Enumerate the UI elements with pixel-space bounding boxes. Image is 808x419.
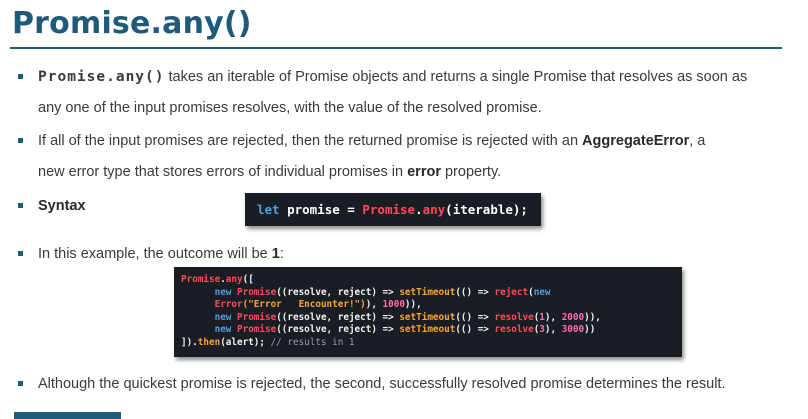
bullet-4-line-end: : — [279, 246, 284, 262]
code-text: (alert); — [220, 336, 271, 348]
bullet-4-line: In this example, the outcome will be — [38, 246, 272, 262]
code-text: (() => — [455, 286, 495, 298]
code-text: . — [415, 202, 423, 217]
code-text: ((resolve, reject) => — [276, 286, 400, 298]
title-divider — [10, 47, 782, 49]
code-string: ("Error Encounter!") — [242, 299, 366, 310]
bullet-1-line-2: any one of the input promises resolves, … — [38, 100, 542, 116]
syntax-code-block: let promise = Promise.any(iterable); — [245, 193, 541, 226]
code-text: (() => — [455, 324, 495, 335]
code-class: Promise — [237, 311, 277, 323]
bullet-2-line-1-end: , a — [689, 133, 706, 149]
outcome-value: 1 — [271, 246, 280, 262]
code-builtin: setTimeout — [399, 324, 456, 335]
code-line: new Promise((resolve, reject) => setTime… — [181, 324, 682, 337]
code-builtin: setTimeout — [399, 311, 456, 323]
bullet-4-text: In this example, the outcome will be 1: — [38, 239, 778, 270]
code-keyword: new — [214, 286, 232, 298]
code-text: (iterable); — [445, 202, 528, 217]
code-text: )), — [404, 299, 422, 310]
bullet-marker — [18, 203, 23, 208]
bullet-2-text: If all of the input promises are rejecte… — [38, 126, 778, 188]
code-class: Promise — [237, 286, 277, 298]
code-line: Error("Error Encounter!")), 1000)), — [181, 299, 682, 312]
code-line: new Promise((resolve, reject) => setTime… — [181, 312, 682, 325]
code-text: (() => — [455, 311, 495, 323]
bullet-2-line-2-end: property. — [440, 164, 502, 180]
code-class: Promise — [237, 324, 277, 335]
code-function: then — [197, 336, 221, 348]
code-text: )), — [584, 311, 601, 323]
code-line: ]).then(alert); // results in 1 — [181, 337, 682, 350]
example-code-block: Promise.any([ new Promise((resolve, reje… — [174, 267, 682, 357]
bullet-marker — [18, 251, 23, 256]
code-keyword: new — [214, 324, 232, 335]
code-text: ), — [544, 324, 562, 335]
error-property-term: error — [407, 164, 441, 180]
code-text: ((resolve, reject) => — [276, 324, 400, 335]
bullet-2-line-1: If all of the input promises are rejecte… — [38, 133, 583, 149]
aggregate-error-term: AggregateError — [582, 133, 690, 149]
code-comment: // results in 1 — [270, 336, 355, 348]
code-keyword: new — [214, 311, 232, 323]
bullet-marker — [18, 381, 23, 386]
bullet-2-line-2: new error type that stores errors of ind… — [38, 164, 408, 180]
bullet-1-text: Promise.any() takes an iterable of Promi… — [38, 62, 778, 124]
code-class: Error — [214, 299, 243, 310]
bullet-1-line-1: takes an iterable of Promise objects and… — [164, 69, 748, 85]
code-number: 2000 — [561, 311, 585, 323]
code-builtin: setTimeout — [399, 286, 456, 298]
code-number: 3000 — [561, 324, 585, 335]
code-function: any — [225, 274, 243, 285]
code-text: ]). — [181, 336, 198, 348]
code-function: resolve — [494, 324, 534, 335]
code-text: ([ — [242, 274, 254, 285]
code-function: any — [422, 202, 446, 217]
footer-accent-bar — [14, 412, 121, 419]
inline-code: Promise.any() — [38, 69, 165, 85]
bullet-marker — [18, 138, 23, 143]
code-text: promise = — [279, 202, 363, 217]
code-keyword: let — [257, 202, 280, 217]
code-text: ((resolve, reject) => — [276, 311, 400, 323]
code-line: Promise.any([ — [181, 274, 682, 287]
code-text: )) — [584, 324, 596, 335]
code-keyword: new — [533, 286, 551, 298]
code-text: ), — [544, 311, 562, 323]
code-number: 1000 — [382, 299, 405, 310]
code-class: Promise — [362, 202, 416, 217]
code-function: resolve — [494, 311, 534, 323]
code-line: new Promise((resolve, reject) => setTime… — [181, 287, 682, 300]
code-text: ), — [365, 299, 383, 310]
code-function: reject — [494, 286, 529, 298]
page-title: Promise.any() — [12, 6, 252, 41]
code-class: Promise — [181, 274, 221, 285]
bullet-5-text: Although the quickest promise is rejecte… — [38, 376, 726, 392]
bullet-marker — [18, 74, 23, 79]
